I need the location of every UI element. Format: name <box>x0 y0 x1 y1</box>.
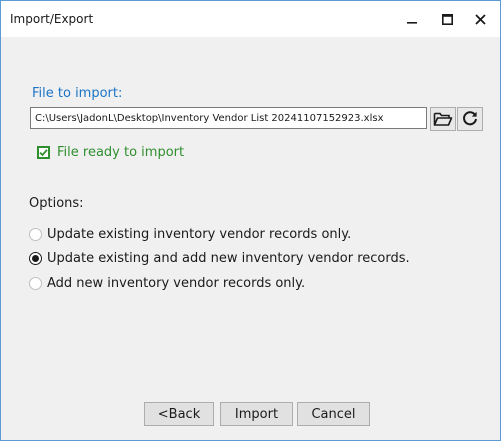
option-label: Add new inventory vendor records only. <box>47 275 306 291</box>
option-label: Update existing and add new inventory ve… <box>47 250 410 266</box>
dialog-content: File to import: File ready to import Opt… <box>1 37 500 440</box>
refresh-icon <box>463 111 477 126</box>
cancel-button[interactable]: Cancel <box>297 402 370 426</box>
import-button[interactable]: Import <box>220 402 293 426</box>
back-button[interactable]: <Back <box>144 402 214 426</box>
minimize-icon <box>407 22 417 24</box>
file-to-import-label: File to import: <box>32 86 123 101</box>
maximize-button[interactable] <box>433 1 461 37</box>
import-export-window: Import/Export File to import: C:\Users\J… <box>0 0 501 441</box>
minimize-button[interactable] <box>398 1 426 37</box>
radio-button[interactable] <box>29 227 42 241</box>
option-label: Update existing inventory vendor records… <box>47 226 352 242</box>
window-title: Import/Export <box>10 12 94 26</box>
browse-button[interactable] <box>430 107 456 131</box>
close-button[interactable] <box>466 1 494 37</box>
file-path-input[interactable] <box>30 107 427 129</box>
folder-open-icon <box>433 112 453 126</box>
option-update-and-add[interactable]: Update existing and add new inventory ve… <box>29 249 410 267</box>
refresh-button[interactable] <box>457 107 483 131</box>
checkmark-icon <box>39 148 48 156</box>
maximize-icon <box>441 13 453 25</box>
option-add-new-only[interactable]: Add new inventory vendor records only. <box>29 274 305 292</box>
file-status: File ready to import <box>37 144 184 160</box>
options-label: Options: <box>29 196 84 211</box>
radio-button[interactable] <box>29 276 42 290</box>
title-bar[interactable]: Import/Export <box>1 1 500 37</box>
ready-checkbox <box>37 145 50 159</box>
option-update-existing-only[interactable]: Update existing inventory vendor records… <box>29 225 351 243</box>
close-icon <box>474 13 486 25</box>
file-ready-text: File ready to import <box>57 144 185 160</box>
radio-button-selected[interactable] <box>29 251 42 265</box>
